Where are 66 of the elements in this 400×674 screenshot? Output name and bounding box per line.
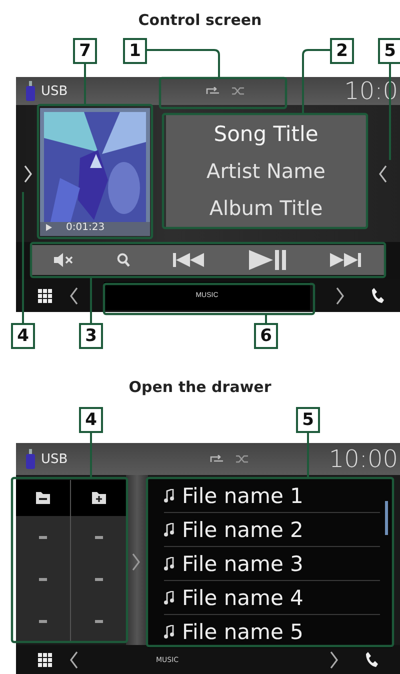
leader-line [302,49,330,114]
empty-slot-icon [39,578,47,581]
music-note-icon [164,590,174,604]
folder-plus-icon[interactable] [92,492,106,504]
clock: 10:00 [328,445,398,473]
song-title: Song Title [214,122,318,146]
empty-slot-icon [94,536,102,539]
file-list-item[interactable]: File name 4 [164,581,380,615]
folder-icon[interactable] [36,492,50,504]
repeat-icon [206,87,220,95]
empty-slot-icon [94,620,102,624]
callout-number: 4 [79,407,103,433]
leader-line [90,431,92,478]
empty-slot-icon [39,620,47,624]
usb-drive-icon [26,81,35,101]
callout-number: 6 [254,323,278,349]
callout-number: 7 [73,38,97,64]
clock: 10:0 [344,77,398,105]
source-label: USB [41,452,68,466]
section-heading: Control screen [138,10,262,30]
section-heading: Open the drawer [128,377,272,397]
leader-line [307,431,309,478]
callout-number: 5 [378,38,400,64]
file-list-item[interactable]: File name 5 [164,615,380,648]
mute-icon[interactable] [54,253,74,267]
usb-drive-icon [26,449,35,469]
shuffle-icon [236,455,248,463]
chevron-right-icon[interactable] [24,164,32,182]
scroll-bar[interactable] [385,501,388,535]
shuffle-icon [232,87,244,95]
leader-line [265,314,267,323]
next-track-icon[interactable] [330,253,362,267]
artist-name: Artist Name [206,158,326,183]
leader-line [84,62,86,105]
search-icon[interactable] [117,253,130,267]
music-note-icon [164,522,174,536]
callout-number: 5 [296,407,320,433]
leader-line [90,277,92,323]
play-pause-icon[interactable] [248,250,287,270]
chevron-left-icon[interactable] [379,164,387,182]
elapsed-time: 0:01:23 [66,222,105,233]
music-note-icon [164,488,174,502]
music-note-icon [164,624,174,638]
play-icon [46,224,52,231]
menu-grid-icon[interactable] [38,652,52,666]
file-list-item[interactable]: File name 1 [164,479,380,513]
source-label: USB [41,84,68,98]
empty-slot-icon [94,578,102,581]
phone-icon[interactable] [366,652,378,667]
empty-slot-icon [39,536,47,539]
album-title: Album Title [209,196,323,220]
callout-number: 3 [79,323,103,349]
chevron-left-icon[interactable] [70,286,78,304]
chevron-left-icon[interactable] [70,650,78,668]
previous-track-icon[interactable] [173,253,206,267]
music-note-icon [164,556,174,570]
callout-number: 2 [330,38,354,64]
menu-grid-icon[interactable] [38,288,52,302]
callout-number: 1 [123,38,147,64]
phone-icon[interactable] [372,288,384,303]
repeat-icon [210,455,224,463]
callout-number: 4 [11,323,35,349]
chevron-right-icon[interactable] [336,286,344,304]
file-list-item[interactable]: File name 3 [164,547,380,581]
file-list-item[interactable]: File name 2 [164,513,380,547]
chevron-right-icon[interactable] [330,650,338,668]
